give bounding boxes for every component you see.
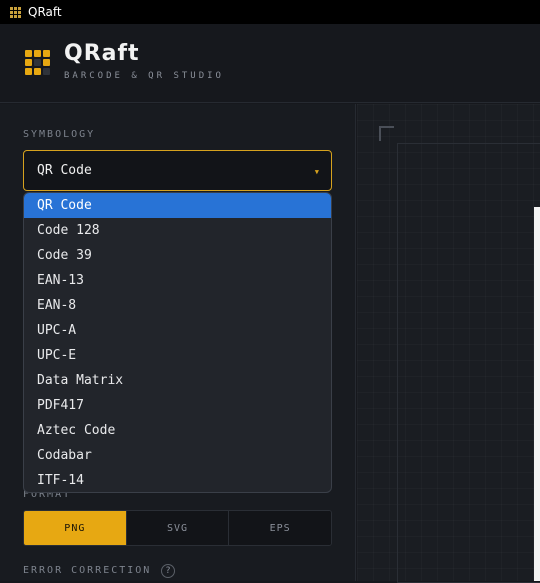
format-option-eps[interactable]: EPS [229,511,331,545]
format-toggle-group: PNG SVG EPS [23,510,332,546]
dropdown-option-upc-e[interactable]: UPC-E [24,343,331,368]
preview-canvas [357,104,540,583]
dropdown-option-codabar[interactable]: Codabar [24,443,331,468]
dropdown-option-code-39[interactable]: Code 39 [24,243,331,268]
dropdown-option-data-matrix[interactable]: Data Matrix [24,368,331,393]
symbology-select[interactable]: QR Code ▼ [23,150,332,191]
brand-name: QRaft [64,41,140,66]
window-titlebar: QRaft [0,0,540,24]
overlapping-window-edge [534,207,540,581]
dropdown-option-aztec-code[interactable]: Aztec Code [24,418,331,443]
error-correction-label: ERROR CORRECTION [23,565,152,576]
brand-tagline: BARCODE & QR STUDIO [64,71,224,81]
format-option-svg[interactable]: SVG [126,511,230,545]
chevron-down-icon: ▼ [314,168,319,176]
symbology-dropdown-list: QR Code Code 128 Code 39 EAN-13 EAN-8 UP… [23,192,332,493]
format-option-png[interactable]: PNG [24,511,127,545]
dropdown-option-pdf417[interactable]: PDF417 [24,393,331,418]
preview-frame [397,143,540,583]
dropdown-option-qr-code[interactable]: QR Code [24,193,331,218]
app-grid-icon [10,7,21,18]
app-header: QRaft BARCODE & QR STUDIO [0,24,540,103]
window-title: QRaft [28,5,62,19]
dropdown-option-ean-13[interactable]: EAN-13 [24,268,331,293]
dropdown-option-code-128[interactable]: Code 128 [24,218,331,243]
dropdown-option-upc-a[interactable]: UPC-A [24,318,331,343]
logo-grid-icon [25,50,50,75]
dropdown-option-ean-8[interactable]: EAN-8 [24,293,331,318]
preview-corner-marker [379,126,394,141]
symbology-selected-value: QR Code [37,163,92,178]
symbology-label: SYMBOLOGY [23,129,96,140]
dropdown-option-itf-14[interactable]: ITF-14 [24,468,331,492]
help-icon[interactable]: ? [161,564,175,578]
